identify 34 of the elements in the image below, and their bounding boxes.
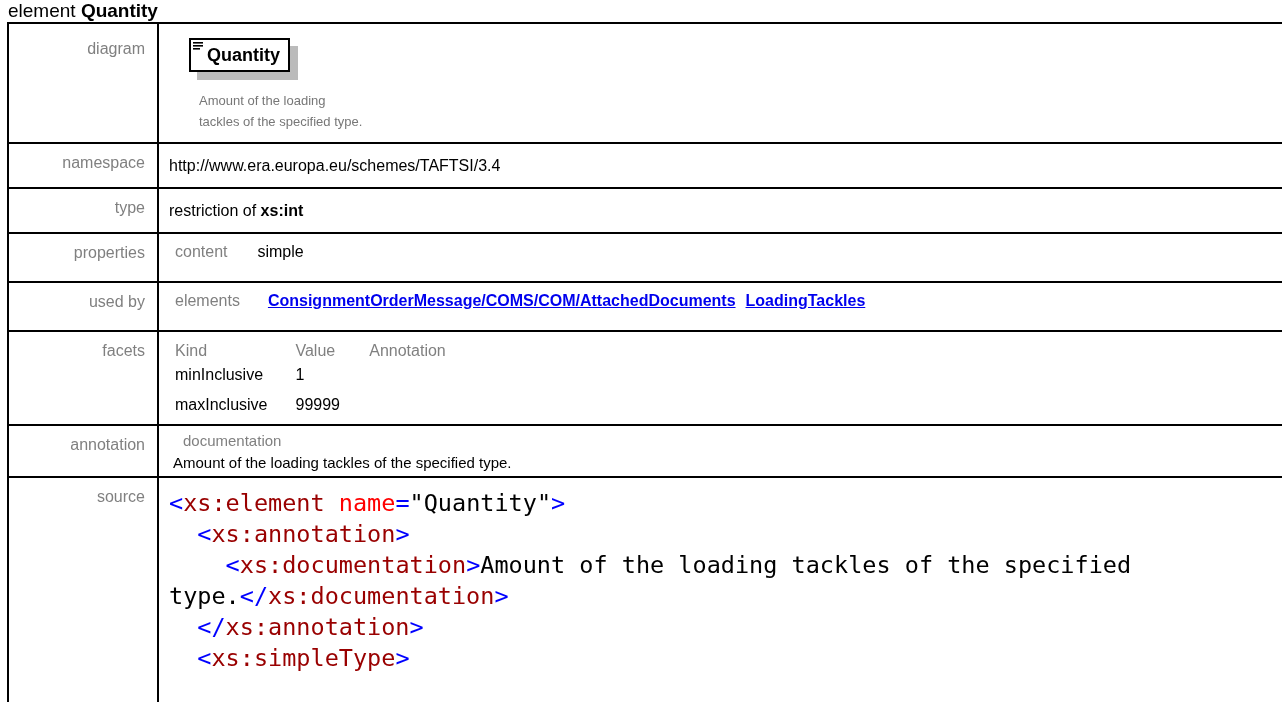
- source-line: <xs:element name="Quantity">: [169, 488, 567, 519]
- facet-column-header: Kind: [175, 342, 208, 359]
- facet-cell: maxInclusive: [175, 396, 268, 413]
- diagram-description: Amount of the loading tackles of the specified type.: [199, 92, 364, 131]
- row-label: properties: [73, 244, 145, 261]
- property-key: content: [175, 243, 228, 261]
- page-heading: element Quantity: [7, 0, 158, 22]
- row-label: namespace: [62, 154, 145, 171]
- source-line: <xs:documentation>Amount of the loading tackles of the specified: [224, 550, 1133, 581]
- source-line: <xs:annotation>: [196, 519, 411, 550]
- used-by-key: elements: [175, 292, 240, 310]
- source-line: <xs:simpleType>: [196, 643, 411, 674]
- row-label: diagram: [87, 40, 145, 57]
- row-label: type: [114, 199, 145, 216]
- facet-cell: minInclusive: [175, 366, 264, 383]
- source-line: </xs:annotation>: [196, 612, 425, 643]
- row-label: annotation: [70, 436, 145, 453]
- annotation-key: documentation: [173, 430, 1282, 452]
- row-label: used by: [88, 293, 145, 310]
- facet-cell: 99999: [295, 396, 340, 413]
- type-text: restriction of xs:int: [169, 201, 304, 221]
- source-line: type.</xs:documentation>: [169, 581, 510, 612]
- row-label: facets: [102, 342, 145, 359]
- annotation-text: Amount of the loading tackles of the specified type.: [173, 453, 513, 473]
- facet-cell: 1: [295, 366, 305, 383]
- row-label: source: [96, 488, 145, 505]
- element-link[interactable]: ConsignmentOrderMessage/COMS/COM/AttachedDocuments: [267, 292, 736, 310]
- facet-column-header: Annotation: [369, 342, 446, 359]
- namespace-text: http://www.era.europa.eu/schemes/TAFTSI/3.4: [169, 156, 501, 176]
- facet-column-header: Value: [295, 342, 336, 359]
- property-value: simple: [257, 243, 304, 261]
- element-name: Quantity: [207, 45, 280, 65]
- list-icon: [193, 42, 203, 50]
- element-link[interactable]: LoadingTackles: [745, 292, 866, 310]
